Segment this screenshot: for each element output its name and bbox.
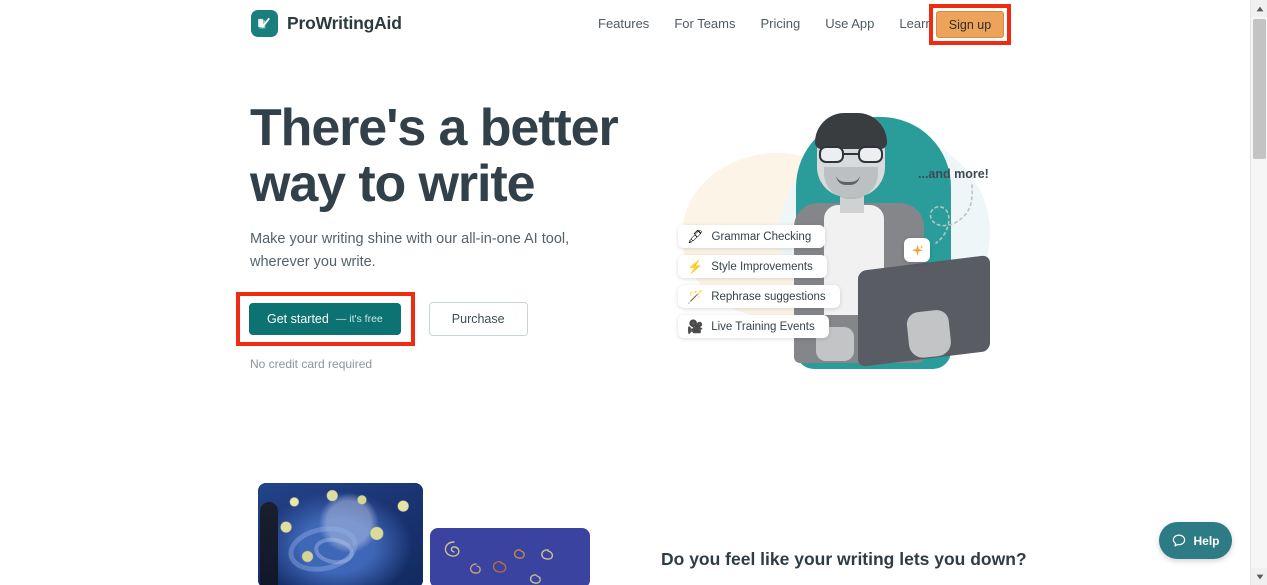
vertical-scrollbar[interactable] [1250, 0, 1267, 585]
hero-illustration: 🖋 Grammar Checking ⚡ Style Improvements … [660, 105, 1010, 375]
person-hair [815, 113, 887, 149]
feature-card-live-training-events: 🎥 Live Training Events [678, 315, 829, 338]
magic-wand-icon: 🪄 [687, 289, 704, 304]
hero-subtitle: Make your writing shine with our all-in-… [250, 231, 570, 270]
cypress-tree-shape [260, 502, 278, 585]
get-started-suffix: — it's free [335, 313, 383, 325]
glasses-icon [819, 146, 883, 163]
dotted-curly-arrow-icon [929, 184, 973, 244]
no-credit-card-note: No credit card required [250, 357, 373, 371]
help-label: Help [1193, 533, 1220, 548]
feature-label: Rephrase suggestions [711, 290, 826, 303]
nav-link-for-teams[interactable]: For Teams [674, 16, 735, 31]
signup-button[interactable]: Sign up [936, 11, 1004, 38]
site-header: ProWritingAid Features For Teams Pricing… [0, 0, 1250, 50]
cta-row: Get started — it's free Purchase [236, 292, 528, 346]
video-camera-icon: 🎥 [687, 319, 704, 334]
spiral-doodles-icon [444, 541, 554, 584]
feature-card-rephrase-suggestions: 🪄 Rephrase suggestions [678, 285, 840, 308]
nav-link-pricing[interactable]: Pricing [760, 16, 800, 31]
scroll-up-arrow-icon[interactable] [1251, 0, 1267, 17]
page-title: There's a better way to write [250, 99, 619, 213]
and-more-annotation: ...and more! [918, 167, 989, 181]
brand-name: ProWritingAid [287, 13, 402, 33]
chat-bubble-icon [1173, 534, 1186, 547]
browser-viewport: ProWritingAid Features For Teams Pricing… [0, 0, 1250, 585]
nav-link-features[interactable]: Features [598, 16, 649, 31]
feature-card-style-improvements: ⚡ Style Improvements [678, 255, 827, 278]
nav-link-use-app[interactable]: Use App [825, 16, 874, 31]
starry-night-painting [258, 483, 423, 585]
feature-label: Grammar Checking [711, 230, 812, 243]
brand-logo[interactable]: ProWritingAid [251, 10, 402, 37]
feature-card-grammar-checking: 🖋 Grammar Checking [678, 225, 826, 248]
person-right-hand [905, 308, 953, 360]
feature-card-list: 🖋 Grammar Checking ⚡ Style Improvements … [678, 225, 840, 338]
get-started-label: Get started [267, 312, 329, 326]
lightning-icon: ⚡ [687, 259, 704, 274]
get-started-button[interactable]: Get started — it's free [249, 303, 401, 335]
help-widget-button[interactable]: Help [1159, 522, 1232, 559]
page-root: ProWritingAid Features For Teams Pricing… [0, 0, 1267, 585]
book-check-icon [251, 10, 278, 37]
pen-icon: 🖋 [687, 229, 704, 244]
scroll-down-arrow-icon[interactable] [1251, 568, 1267, 585]
signup-highlight-box: Sign up [929, 4, 1011, 45]
section-heading: Do you feel like your writing lets you d… [661, 549, 1027, 569]
purchase-button[interactable]: Purchase [428, 302, 528, 336]
blue-doodle-panel [430, 528, 590, 585]
scrollbar-thumb[interactable] [1253, 19, 1266, 159]
feature-label: Style Improvements [711, 260, 813, 273]
get-started-highlight-box: Get started — it's free [236, 292, 415, 346]
feature-label: Live Training Events [711, 320, 815, 333]
nav-link-learn[interactable]: Learn [899, 16, 932, 31]
